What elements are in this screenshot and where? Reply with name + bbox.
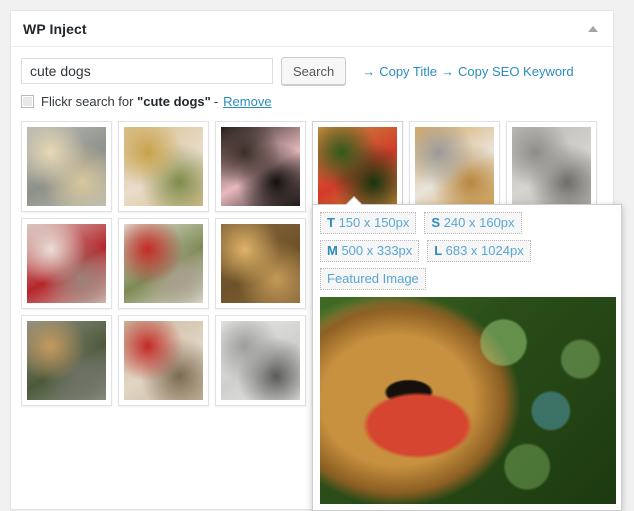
size-button-l[interactable]: L 683 x 1024px — [427, 240, 531, 262]
thumbnail-cell[interactable] — [215, 121, 306, 212]
size-buttons: T 150 x 150px S 240 x 160px M 500 x 333px L… — [320, 212, 616, 290]
thumbnail-image — [124, 321, 203, 400]
search-button[interactable]: Search — [281, 57, 347, 85]
thumbnail-cell[interactable] — [118, 218, 209, 309]
thumbnail-cell[interactable] — [215, 218, 306, 309]
thumbnail-image — [512, 127, 591, 206]
copy-links: → Copy Title → Copy SEO Keyword — [362, 64, 573, 79]
arrow-right-icon-1: → — [362, 63, 376, 79]
thumbnail-image — [27, 321, 106, 400]
search-row: Search → Copy Title → Copy SEO Keyword — [21, 57, 603, 85]
thumbnail-cell[interactable] — [215, 315, 306, 406]
page-title: WP Inject — [23, 20, 87, 37]
size-button-prefix: S — [431, 215, 444, 230]
thumbnail-image — [221, 127, 300, 206]
arrow-right-icon-2: → — [441, 63, 455, 79]
copy-title-link[interactable]: Copy Title — [379, 64, 437, 79]
size-button-m[interactable]: M 500 x 333px — [320, 240, 420, 262]
thumbnail-image — [27, 127, 106, 206]
flickr-search-row: Flickr search for "cute dogs" - Remove — [21, 94, 603, 109]
size-button-t[interactable]: T 150 x 150px — [320, 212, 417, 234]
thumbnail-cell[interactable] — [118, 315, 209, 406]
panel-header: WP Inject — [11, 11, 613, 47]
flickr-prefix: Flickr search for — [41, 94, 138, 109]
featured-image-button[interactable]: Featured Image — [320, 268, 426, 290]
chevron-up-icon[interactable] — [583, 19, 603, 39]
remove-link[interactable]: Remove — [223, 94, 271, 109]
size-button-label: 150 x 150px — [338, 215, 410, 230]
thumbnail-image — [318, 127, 397, 206]
size-button-label: 500 x 333px — [341, 243, 413, 258]
thumbnail-cell[interactable] — [409, 121, 500, 212]
flickr-query: "cute dogs" — [137, 94, 211, 109]
thumbnail-image — [124, 224, 203, 303]
screen: WP Inject Search → Copy Title → Copy SEO… — [0, 0, 634, 511]
thumbnail-image — [27, 224, 106, 303]
copy-seo-keyword-link[interactable]: Copy SEO Keyword — [458, 64, 574, 79]
thumbnail-image — [124, 127, 203, 206]
thumbnail-image — [415, 127, 494, 206]
separator: - — [213, 94, 219, 109]
thumbnail-cell[interactable] — [21, 218, 112, 309]
flickr-search-checkbox[interactable] — [21, 95, 34, 108]
image-options-popup: T 150 x 150px S 240 x 160px M 500 x 333px L… — [312, 204, 622, 511]
popup-pointer — [345, 196, 363, 205]
size-button-prefix: T — [327, 215, 339, 230]
size-button-prefix: L — [434, 243, 446, 258]
thumbnail-image — [221, 321, 300, 400]
thumbnail-cell[interactable] — [21, 315, 112, 406]
popup-preview-image[interactable] — [320, 297, 616, 504]
size-button-label: 683 x 1024px — [445, 243, 524, 258]
thumbnail-cell[interactable] — [118, 121, 209, 212]
thumbnail-image — [221, 224, 300, 303]
thumbnail-cell[interactable] — [506, 121, 597, 212]
search-input[interactable] — [21, 58, 273, 84]
size-button-label: 240 x 160px — [443, 215, 515, 230]
flickr-search-label: Flickr search for "cute dogs" — [41, 94, 211, 109]
thumbnail-cell[interactable] — [21, 121, 112, 212]
size-button-prefix: M — [327, 243, 342, 258]
size-button-s[interactable]: S 240 x 160px — [424, 212, 522, 234]
